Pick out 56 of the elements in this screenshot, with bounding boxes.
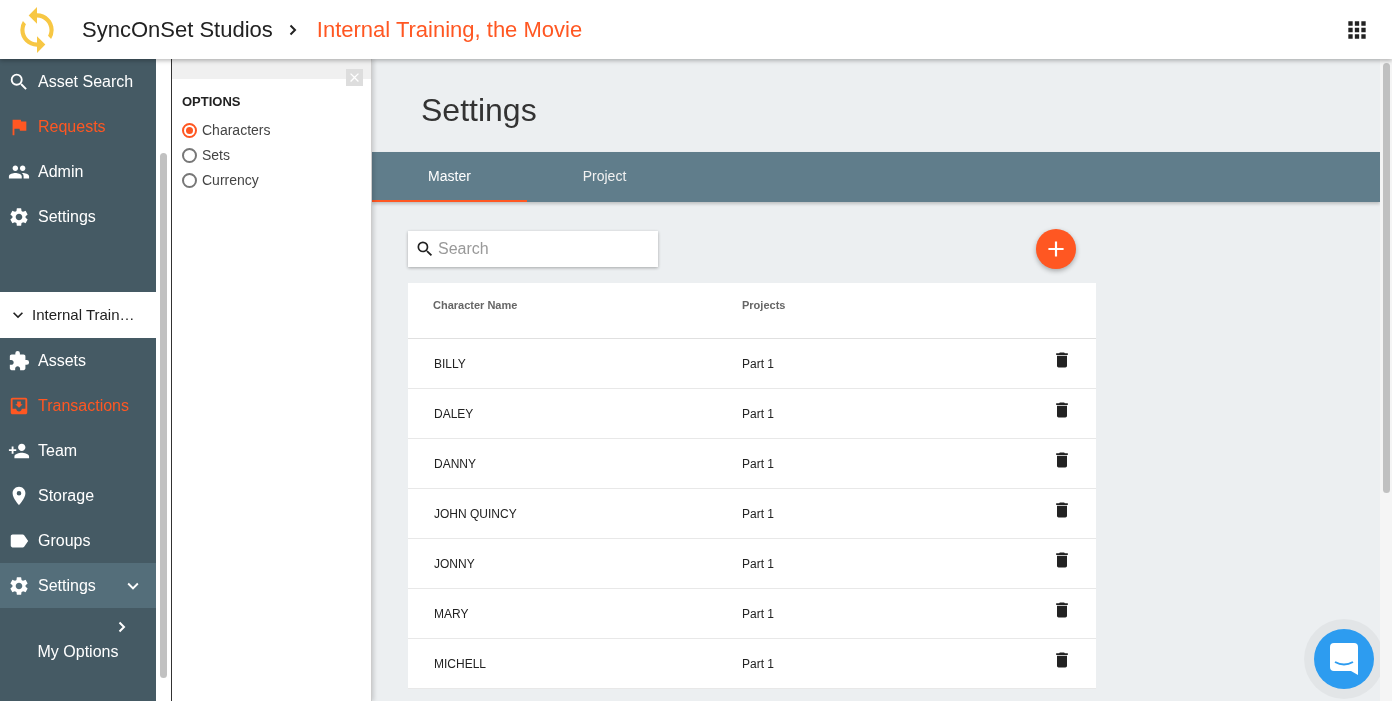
radio-option[interactable]: Characters <box>182 117 361 143</box>
table-cell-text: Part 1 <box>742 505 774 523</box>
table-row[interactable]: MARY Part 1 <box>408 589 1096 639</box>
radio-button[interactable] <box>182 172 197 188</box>
table-cell-text: MICHELL <box>434 655 487 673</box>
sidebar-item[interactable]: Team <box>0 428 156 473</box>
settings-icon <box>8 574 30 597</box>
table-cell-text: MARY <box>434 605 470 623</box>
table-row[interactable]: JOHN QUINCY Part 1 <box>408 489 1096 539</box>
company-name[interactable]: SyncOnSet Studios <box>82 13 273 46</box>
scrollbar-thumb[interactable] <box>160 153 167 678</box>
table-cell-text: DALEY <box>434 405 475 423</box>
table-cell-text: Part 1 <box>742 555 774 573</box>
radio-button[interactable] <box>182 122 197 138</box>
submenu-item[interactable]: My Options <box>0 608 156 664</box>
sidebar-item[interactable]: Assets <box>0 338 156 383</box>
table-cell-text: Part 1 <box>742 455 774 473</box>
chevron-right-icon <box>288 23 297 36</box>
options-heading: OPTIONS <box>182 93 242 111</box>
settings-icon <box>8 205 30 228</box>
table-cell-text: JOHN QUINCY <box>434 505 518 523</box>
page-title: Settings <box>421 91 538 130</box>
sidebar-item[interactable]: Storage <box>0 473 156 518</box>
table-cell-text: Part 1 <box>742 605 774 623</box>
search-field[interactable]: Search <box>408 231 658 267</box>
tab[interactable]: Project <box>527 152 682 202</box>
puzzle-icon <box>8 349 30 372</box>
table-row[interactable]: DANNY Part 1 <box>408 439 1096 489</box>
table-cell-text: JONNY <box>434 555 476 573</box>
sidebar-item[interactable]: Admin <box>0 149 156 194</box>
radio-option[interactable]: Sets <box>182 142 361 168</box>
column-header: Character Name <box>433 298 519 313</box>
scrollbar-thumb[interactable] <box>1382 63 1390 493</box>
radio-option[interactable]: Currency <box>182 167 361 193</box>
table-cell-text: BILLY <box>434 355 467 373</box>
sidebar-item[interactable]: Settings <box>0 194 156 239</box>
chat-button[interactable] <box>1314 629 1374 689</box>
chat-bubble-icon <box>1330 643 1358 675</box>
sidebar-item[interactable]: Groups <box>0 518 156 563</box>
sidebar-item[interactable]: Settings <box>0 563 156 608</box>
table-row[interactable]: BILLY Part 1 <box>408 339 1096 389</box>
table-cell-text: DANNY <box>434 455 477 473</box>
add-button[interactable] <box>1036 229 1076 269</box>
search-icon <box>415 239 435 259</box>
table-row[interactable]: MICHELL Part 1 <box>408 639 1096 689</box>
table-cell-text: Part 1 <box>742 355 774 373</box>
chevron-right-icon <box>118 621 126 633</box>
project-selector[interactable]: Internal Train… <box>0 292 156 338</box>
radio-button[interactable] <box>182 147 197 163</box>
table-cell-text: Part 1 <box>742 405 774 423</box>
table-row[interactable]: DALEY Part 1 <box>408 389 1096 439</box>
sidebar-item[interactable]: Asset Search <box>0 59 156 104</box>
table-row[interactable]: JONNY Part 1 <box>408 539 1096 589</box>
tab[interactable]: Master <box>372 152 527 202</box>
column-header: Projects <box>742 298 786 313</box>
table-cell-text: Part 1 <box>742 655 774 673</box>
